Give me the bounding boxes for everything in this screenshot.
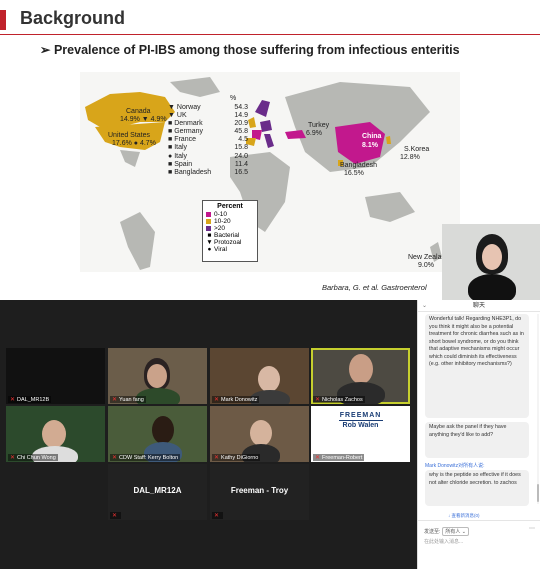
slide-title: Background	[20, 8, 126, 28]
chat-message: why is the peptide so effective if it do…	[425, 470, 529, 506]
map-value-canada: 14.9% ▼ 4.9%	[120, 116, 167, 123]
slide-subtitle-text: Prevalence of PI-IBS among those sufferi…	[53, 43, 460, 57]
participant-tile[interactable]: ✕ Chi Chun Wong	[6, 406, 105, 462]
map-label-skorea: S.Korea	[404, 146, 430, 153]
legend-range: >20	[206, 225, 254, 232]
world-map	[80, 72, 460, 272]
participant-name-label: ✕ Mark Donowitz	[212, 396, 260, 403]
more-options-icon[interactable]: ⋯	[529, 525, 535, 532]
participant-name-label: ✕ Kathy DiGiorno	[212, 454, 261, 461]
stat-row: ■ Denmark 20.9	[168, 120, 248, 128]
participant-tile[interactable]: FREEMAN Rob Walen ✕ Freeman-Robert	[311, 406, 410, 462]
chat-scrollbar[interactable]	[537, 314, 539, 504]
stat-row: ▼ Norway 54.3	[168, 104, 248, 111]
map-value-skorea: 12.8%	[400, 154, 420, 161]
legend-range: 10-20	[206, 218, 254, 225]
participant-tile-active-speaker[interactable]: ✕ Nicholas Zachos	[311, 348, 410, 404]
map-label-us: United States	[108, 132, 151, 139]
stat-row: ■ France 4.5	[168, 136, 248, 144]
title-accent-bar	[0, 10, 6, 30]
chat-header: ⌄ 聊天	[418, 300, 540, 312]
muted-mic-icon: ✕	[315, 455, 321, 461]
percent-header: %	[230, 95, 237, 102]
map-value-turkey: 6.9%	[306, 130, 322, 137]
chat-message: Maybe ask the panel if they have anythin…	[425, 422, 529, 458]
muted-mic-icon: ✕	[112, 513, 118, 519]
muted-mic-icon: ✕	[10, 455, 16, 461]
muted-mic-icon: ✕	[112, 455, 118, 461]
slide-subtitle: ➢ Prevalence of PI-IBS among those suffe…	[40, 42, 460, 57]
chat-panel: ⌄ 聊天 Wonderful talk! Regarding NHE3P1, d…	[417, 300, 540, 569]
map-legend: Percent 0-10 10-20 >20 ■ Bacterial ▼ Proto…	[202, 200, 258, 262]
chat-footer: 发送至: 所有人 ⌄ ⋯ 在此处输入消息...	[418, 520, 540, 569]
stat-row: ■ Germany 45.8	[168, 128, 248, 136]
muted-mic-icon: ✕	[112, 397, 118, 403]
zoom-meeting-window: Background ➢ Prevalence of PI-IBS among …	[0, 0, 540, 569]
participant-tile[interactable]: ✕ Mark Donowitz	[210, 348, 309, 404]
prevalence-table: % ▼ Norway 54.3 ▼ UK 14.9 ■ Denmark 20.9 ■ …	[168, 95, 248, 177]
title-rule	[0, 34, 540, 35]
participant-tile[interactable]: ✕ Kathy DiGiorno	[210, 406, 309, 462]
participant-name-label: ✕ Yuan fang	[110, 396, 146, 403]
legend-type: ▼ Protozoal	[206, 239, 242, 246]
chat-title: 聊天	[472, 303, 485, 309]
participant-tile[interactable]: ✕ DAL_MR12B	[6, 348, 105, 404]
stat-row: ● Italy 24.0	[168, 152, 248, 160]
chevron-down-icon[interactable]: ⌄	[422, 300, 427, 312]
map-label-canada: Canada	[126, 108, 151, 115]
stat-row: ■ Bangladesh 16.5	[168, 168, 248, 176]
stat-row: ■ Spain 11.4	[168, 160, 248, 168]
participant-name-label: ✕ DAL_MR12B	[8, 396, 52, 403]
map-value-us: 17.6% ● 4.7%	[112, 140, 156, 147]
muted-mic-icon: ✕	[214, 513, 220, 519]
presenter-video-thumbnail[interactable]	[442, 224, 540, 300]
map-label-bangladesh: Bangladesh	[340, 162, 377, 169]
stat-row: ■ Italy 15.8	[168, 144, 248, 152]
shared-screen-slide: Background ➢ Prevalence of PI-IBS among …	[0, 0, 540, 300]
slide-citation: Barbara, G. et al. Gastroenterol	[322, 283, 427, 292]
participant-display-name: Freeman - Troy	[230, 486, 289, 495]
muted-mic-icon: ✕	[10, 397, 16, 403]
participant-mic-status: ✕	[212, 512, 224, 519]
video-gallery: ✕ DAL_MR12B ✕ Yuan fang ✕ Mark Donowitz ✕ Ni…	[0, 300, 417, 569]
map-label-turkey: Turkey	[308, 122, 330, 129]
world-map-graphic	[85, 77, 442, 270]
map-label-china: China	[362, 133, 382, 140]
send-to-selector[interactable]: 发送至: 所有人 ⌄	[424, 527, 469, 536]
map-value-bangladesh: 16.5%	[344, 170, 364, 177]
freeman-logo: FREEMAN Rob Walen	[338, 412, 383, 429]
muted-mic-icon: ✕	[214, 397, 220, 403]
new-messages-link[interactable]: ↓ 查看新消息(0)	[448, 513, 480, 519]
participant-name-label: ✕ CDW Staff: Kerry Bolton	[110, 454, 181, 461]
legend-title: Percent	[217, 203, 243, 210]
participant-display-name: DAL_MR12A	[133, 486, 182, 495]
stat-row: ▼ UK 14.9	[168, 112, 248, 120]
recipient-dropdown[interactable]: 所有人 ⌄	[442, 527, 469, 536]
participant-name-label: ✕ Nicholas Zachos	[313, 396, 365, 403]
participant-name-label: ✕ Freeman-Robert	[313, 454, 365, 461]
map-label-nz: New Zeala	[408, 254, 442, 261]
chat-message: Wonderful talk! Regarding NHE3P1, do you…	[425, 314, 529, 418]
participant-name-label: ✕ Chi Chun Wong	[8, 454, 58, 461]
chat-sender-line: Mark Donowitz对所有人说:	[425, 463, 485, 469]
bullet-arrow-icon: ➢	[40, 43, 51, 57]
muted-mic-icon: ✕	[214, 455, 220, 461]
legend-type: ■ Bacterial	[207, 232, 240, 239]
participant-tile[interactable]: DAL_MR12A ✕	[108, 464, 207, 520]
map-value-nz: 9.0%	[418, 262, 434, 269]
map-value-china: 8.1%	[362, 142, 378, 149]
participant-mic-status: ✕	[110, 512, 122, 519]
legend-range: 0-10	[206, 211, 254, 218]
chat-message-input[interactable]: 在此处输入消息...	[424, 538, 534, 545]
participant-tile[interactable]: ✕ Yuan fang	[108, 348, 207, 404]
participant-tile[interactable]: ✕ CDW Staff: Kerry Bolton	[108, 406, 207, 462]
muted-mic-icon: ✕	[315, 397, 321, 403]
legend-type: ● Viral	[207, 246, 227, 253]
participant-tile[interactable]: Freeman - Troy ✕	[210, 464, 309, 520]
